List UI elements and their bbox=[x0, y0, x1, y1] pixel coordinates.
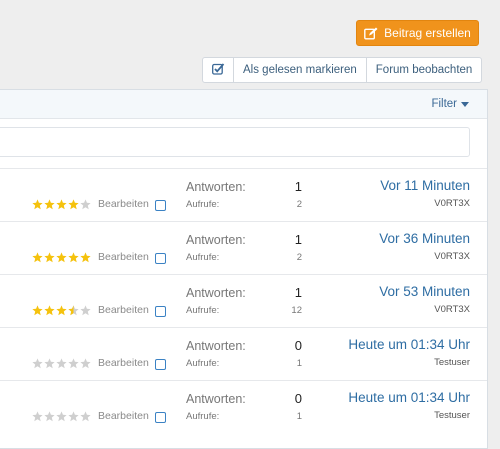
star-icon[interactable] bbox=[44, 305, 55, 316]
last-post-user[interactable]: Testuser bbox=[434, 357, 470, 368]
star-icon[interactable] bbox=[68, 411, 79, 422]
views-label: Aufrufe: bbox=[186, 252, 220, 263]
checkbox-checked-icon bbox=[211, 62, 225, 78]
answers-count: 0 bbox=[294, 338, 302, 353]
rating-stars[interactable] bbox=[32, 411, 91, 422]
star-icon[interactable] bbox=[80, 199, 91, 210]
rating-stars[interactable] bbox=[32, 305, 91, 316]
rating-stars[interactable] bbox=[32, 358, 91, 369]
thread-row[interactable]: Bearbeiten Antworten: Aufrufe: 1 2 Vor 36 Min… bbox=[0, 221, 487, 274]
star-icon[interactable] bbox=[80, 252, 91, 263]
star-icon[interactable] bbox=[44, 411, 55, 422]
star-icon[interactable] bbox=[56, 252, 67, 263]
last-post-time-link[interactable]: Vor 53 Minuten bbox=[379, 284, 470, 299]
edit-icon bbox=[364, 27, 378, 40]
star-icon[interactable] bbox=[44, 199, 55, 210]
quick-thread-input[interactable] bbox=[0, 127, 470, 157]
last-post-time-link[interactable]: Vor 36 Minuten bbox=[379, 231, 470, 246]
thread-row[interactable]: Bearbeiten Antworten: Aufrufe: 0 1 Heute um 0… bbox=[0, 380, 487, 433]
star-icon[interactable] bbox=[32, 358, 43, 369]
star-icon[interactable] bbox=[32, 305, 43, 316]
create-post-label: Beitrag erstellen bbox=[384, 26, 471, 40]
filter-label: Filter bbox=[431, 98, 457, 110]
answers-label: Antworten: bbox=[186, 180, 246, 194]
star-icon[interactable] bbox=[32, 252, 43, 263]
star-icon[interactable] bbox=[56, 199, 67, 210]
star-icon[interactable] bbox=[44, 358, 55, 369]
star-icon[interactable] bbox=[32, 199, 43, 210]
thread-select-checkbox[interactable] bbox=[155, 253, 166, 264]
last-post-user[interactable]: V0RT3X bbox=[434, 304, 470, 315]
star-icon[interactable] bbox=[80, 411, 91, 422]
answers-count: 1 bbox=[294, 232, 302, 247]
star-icon[interactable] bbox=[68, 252, 79, 263]
star-icon[interactable] bbox=[56, 411, 67, 422]
answers-label: Antworten: bbox=[186, 339, 246, 353]
caret-down-icon bbox=[461, 101, 469, 107]
answers-label: Antworten: bbox=[186, 233, 246, 247]
views-label: Aufrufe: bbox=[186, 358, 220, 369]
views-count: 2 bbox=[296, 252, 302, 263]
thread-select-checkbox[interactable] bbox=[155, 359, 166, 370]
last-post-time-link[interactable]: Vor 11 Minuten bbox=[380, 178, 470, 193]
rating-stars[interactable] bbox=[32, 199, 91, 210]
thread-select-checkbox[interactable] bbox=[155, 412, 166, 423]
edit-link[interactable]: Bearbeiten bbox=[98, 251, 149, 263]
thread-select-checkbox[interactable] bbox=[155, 306, 166, 317]
views-label: Aufrufe: bbox=[186, 305, 220, 316]
last-post-user[interactable]: Testuser bbox=[434, 410, 470, 421]
last-post-time-link[interactable]: Heute um 01:34 Uhr bbox=[348, 390, 470, 405]
edit-link[interactable]: Bearbeiten bbox=[98, 410, 149, 422]
filter-dropdown[interactable]: Filter bbox=[431, 98, 469, 110]
answers-count: 1 bbox=[294, 179, 302, 194]
star-icon[interactable] bbox=[56, 305, 67, 316]
star-icon[interactable] bbox=[44, 252, 55, 263]
watch-forum-button[interactable]: Forum beobachten bbox=[365, 58, 482, 82]
edit-link[interactable]: Bearbeiten bbox=[98, 357, 149, 369]
filter-bar: Filter bbox=[0, 90, 487, 119]
answers-label: Antworten: bbox=[186, 392, 246, 406]
edit-link[interactable]: Bearbeiten bbox=[98, 198, 149, 210]
forum-actions: Als gelesen markieren Forum beobachten bbox=[202, 57, 483, 83]
last-post-time-link[interactable]: Heute um 01:34 Uhr bbox=[348, 337, 470, 352]
star-icon[interactable] bbox=[68, 305, 79, 316]
views-label: Aufrufe: bbox=[186, 199, 220, 210]
thread-row[interactable]: Bearbeiten Antworten: Aufrufe: 0 1 Heute um 0… bbox=[0, 327, 487, 380]
views-count: 12 bbox=[291, 305, 302, 316]
thread-row[interactable]: Bearbeiten Antworten: Aufrufe: 1 12 Vor 53 Mi… bbox=[0, 274, 487, 327]
last-post-user[interactable]: V0RT3X bbox=[434, 251, 470, 262]
views-label: Aufrufe: bbox=[186, 411, 220, 422]
rating-stars[interactable] bbox=[32, 252, 91, 263]
views-count: 1 bbox=[296, 411, 302, 422]
answers-count: 1 bbox=[294, 285, 302, 300]
views-count: 1 bbox=[296, 358, 302, 369]
answers-count: 0 bbox=[294, 391, 302, 406]
thread-select-checkbox[interactable] bbox=[155, 200, 166, 211]
last-post-user[interactable]: V0RT3X bbox=[434, 198, 470, 209]
mark-read-button[interactable]: Als gelesen markieren bbox=[233, 58, 366, 82]
star-icon[interactable] bbox=[32, 411, 43, 422]
star-icon[interactable] bbox=[68, 199, 79, 210]
thread-list: Filter Bearbeiten Antworten: Aufrufe: 1 2 Vor… bbox=[0, 89, 488, 449]
star-icon[interactable] bbox=[80, 358, 91, 369]
create-post-button[interactable]: Beitrag erstellen bbox=[356, 20, 479, 46]
answers-label: Antworten: bbox=[186, 286, 246, 300]
thread-row[interactable]: Bearbeiten Antworten: Aufrufe: 1 2 Vor 11 Min… bbox=[0, 168, 487, 221]
star-icon[interactable] bbox=[68, 358, 79, 369]
star-icon[interactable] bbox=[80, 305, 91, 316]
select-all-button[interactable] bbox=[203, 58, 233, 82]
views-count: 2 bbox=[296, 199, 302, 210]
star-icon[interactable] bbox=[56, 358, 67, 369]
edit-link[interactable]: Bearbeiten bbox=[98, 304, 149, 316]
